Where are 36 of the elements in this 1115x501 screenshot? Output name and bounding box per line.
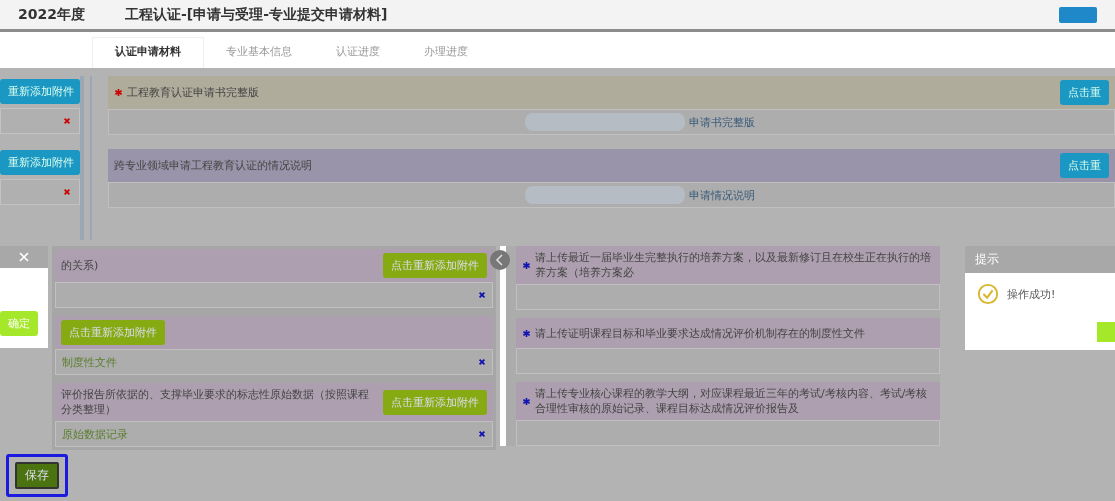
item-title: 的关系) [61, 258, 100, 273]
collapse-icon[interactable] [490, 250, 510, 270]
file-link[interactable]: 申请书完整版 [689, 114, 755, 130]
add-attachment-button[interactable]: 重新添加附件 [0, 79, 80, 104]
tab[interactable]: 办理进度 [402, 38, 490, 68]
add-attachment-button[interactable]: 重新添加附件 [0, 150, 80, 175]
item-title: 请上传最近一届毕业生完整执行的培养方案，以及最新修订且在校生正在执行的培养方案（培养方案必 [535, 250, 932, 280]
top-button[interactable] [1059, 6, 1097, 23]
file-link[interactable]: 制度性文件 [62, 354, 474, 370]
dialog-message: 操作成功! [1007, 286, 1056, 302]
page-title: 工程认证-[申请与受理-专业提交申请材料] [124, 5, 388, 24]
item-title: 工程教育认证申请书完整版 [127, 85, 260, 100]
file-link[interactable]: 原始数据记录 [62, 426, 474, 442]
delete-icon[interactable] [63, 117, 71, 125]
page-title: 2022年度 [18, 5, 85, 24]
check-icon [977, 283, 999, 305]
add-attachment-button[interactable]: 点击重 [1060, 153, 1109, 178]
delete-icon[interactable] [478, 358, 486, 366]
item-title: 跨专业领域申请工程教育认证的情况说明 [114, 158, 313, 173]
add-attachment-button[interactable]: 点击重新添加附件 [61, 320, 165, 345]
save-button[interactable]: 保存 [15, 462, 59, 489]
delete-icon[interactable] [478, 430, 486, 438]
item-title: 评价报告所依据的、支撑毕业要求的标志性原始数据（按照课程分类整理） [61, 387, 370, 417]
close-icon[interactable] [18, 251, 30, 263]
tab[interactable]: 认证进度 [314, 38, 402, 68]
item-title: 请上传证明课程目标和毕业要求达成情况评价机制存在的制度性文件 [535, 325, 866, 341]
file-link[interactable]: 申请情况说明 [689, 187, 755, 203]
dialog-title: 提示 [965, 246, 1115, 273]
delete-icon[interactable] [63, 188, 71, 196]
item-title: 请上传专业核心课程的教学大纲，对应课程最近三年的考试/考核内容、考试/考核合理性审核的原始记录、课程目标达成情况评价报告及 [535, 386, 929, 416]
tab[interactable]: 认证申请材料 [92, 37, 204, 68]
delete-icon[interactable] [478, 291, 486, 299]
add-attachment-button[interactable]: 点击重 [1060, 80, 1109, 105]
tab[interactable]: 专业基本信息 [204, 38, 314, 68]
add-attachment-button[interactable]: 点击重新添加附件 [383, 253, 487, 278]
add-attachment-button[interactable]: 点击重新添加附件 [383, 389, 487, 415]
